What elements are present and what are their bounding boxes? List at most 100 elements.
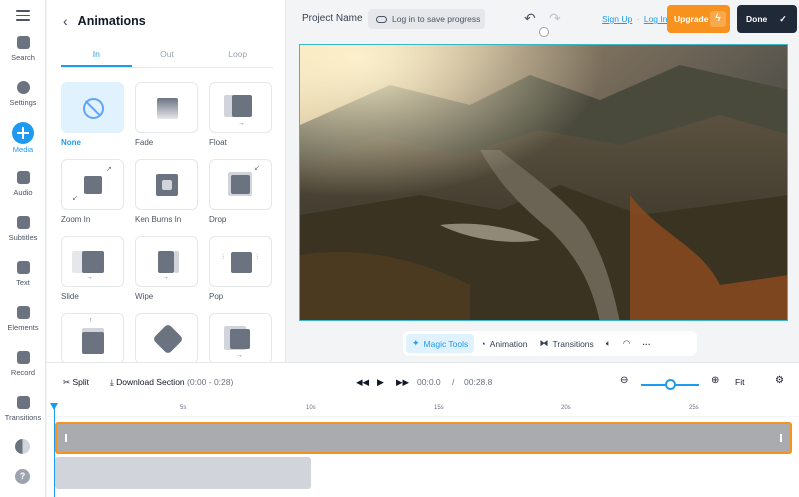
animation-card-drop[interactable]: ↙ Drop bbox=[209, 159, 272, 224]
rail-item-settings[interactable]: Settings bbox=[0, 81, 46, 121]
login-to-save-button[interactable]: Log in to save progress bbox=[368, 9, 485, 29]
animation-card-more-1[interactable]: ↑ bbox=[61, 313, 124, 362]
scissors-icon: ✂︎ bbox=[63, 377, 71, 387]
undo-icon[interactable]: ↶ bbox=[524, 10, 536, 27]
transitions-button[interactable]: ⧓ Transitions bbox=[534, 334, 600, 353]
link-separator: · bbox=[636, 14, 640, 24]
play-icon[interactable]: ▶ bbox=[377, 377, 384, 388]
split-label: Split bbox=[72, 377, 90, 387]
menu-icon[interactable] bbox=[16, 10, 30, 22]
playhead[interactable] bbox=[50, 403, 58, 497]
theme-toggle-icon[interactable] bbox=[15, 439, 30, 454]
tab-in[interactable]: In bbox=[61, 44, 132, 67]
sign-up-link[interactable]: Sign Up bbox=[602, 14, 632, 24]
zoom-slider-handle[interactable] bbox=[665, 379, 676, 390]
rail-item-record[interactable]: Record bbox=[0, 351, 46, 391]
none-icon bbox=[83, 98, 104, 119]
done-button[interactable]: Done ✓ bbox=[737, 5, 797, 33]
spin-icon bbox=[152, 323, 184, 355]
ruler-label: 10s bbox=[306, 405, 316, 411]
zoom-in-icon[interactable]: ⊕ bbox=[711, 375, 719, 386]
gear-icon[interactable]: ⚙︎ bbox=[775, 375, 784, 386]
animation-thumb: → bbox=[209, 82, 272, 133]
help-icon[interactable]: ? bbox=[15, 469, 30, 484]
music-icon bbox=[16, 171, 30, 184]
pop-icon bbox=[231, 252, 252, 273]
rail-item-media[interactable]: Media bbox=[0, 122, 46, 166]
animation-card-ken-burns-in[interactable]: Ken Burns In bbox=[135, 159, 198, 224]
zoom-in-icon bbox=[84, 176, 102, 194]
skip-back-icon[interactable]: ◀◀ bbox=[356, 377, 369, 388]
animation-card-fade[interactable]: Fade bbox=[135, 82, 198, 147]
time-ruler[interactable]: 5s 10s 15s 20s 25s bbox=[47, 399, 799, 417]
animation-card-float[interactable]: → Float bbox=[209, 82, 272, 147]
timeline-toolbar: ✂︎ Split ⤓ Download Section (0:00 - 0:28… bbox=[47, 362, 799, 399]
back-chevron-icon[interactable]: ‹ bbox=[63, 13, 68, 29]
rail-item-transitions[interactable]: Transitions bbox=[0, 396, 46, 436]
video-clip-track[interactable] bbox=[55, 422, 792, 454]
fit-button[interactable]: Fit bbox=[735, 377, 744, 387]
arrow-icon: → bbox=[162, 274, 169, 281]
rail-item-subtitles[interactable]: Subtitles bbox=[0, 216, 46, 256]
animation-thumb bbox=[135, 159, 198, 210]
tab-out[interactable]: Out bbox=[132, 44, 203, 67]
volume-button[interactable]: 🔈︎ bbox=[600, 334, 617, 353]
magic-wand-icon: ✦ bbox=[412, 338, 420, 348]
rail-item-elements[interactable]: Elements bbox=[0, 306, 46, 346]
rail-label: Audio bbox=[13, 188, 33, 197]
animation-label: None bbox=[61, 138, 81, 147]
blur-icon bbox=[230, 329, 250, 349]
download-range: (0:00 - 0:28) bbox=[187, 377, 234, 387]
animation-card-slide[interactable]: → Slide bbox=[61, 236, 124, 301]
search-icon bbox=[16, 36, 30, 49]
arrow-icon: ↙ bbox=[254, 165, 260, 172]
rail-item-text[interactable]: Text bbox=[0, 261, 46, 301]
secondary-track[interactable] bbox=[55, 457, 311, 489]
magic-tools-label: Magic Tools bbox=[423, 338, 469, 349]
animation-card-wipe[interactable]: → Wipe bbox=[135, 236, 198, 301]
animation-label: Animation bbox=[489, 338, 528, 349]
log-in-link[interactable]: Log In bbox=[644, 14, 668, 24]
redo-icon[interactable]: ↷ bbox=[549, 10, 561, 27]
animation-card-none[interactable]: None bbox=[61, 82, 124, 147]
speed-button[interactable]: ◠ bbox=[617, 334, 636, 353]
rail-item-audio[interactable]: Audio bbox=[0, 171, 46, 211]
upgrade-button[interactable]: Upgrade ϟ bbox=[667, 5, 730, 33]
subtitles-icon bbox=[16, 216, 30, 229]
rotate-handle[interactable] bbox=[539, 27, 549, 37]
ruler-label: 15s bbox=[434, 405, 444, 411]
timeline[interactable]: 5s 10s 15s 20s 25s bbox=[47, 399, 799, 497]
split-button[interactable]: ✂︎ Split bbox=[63, 377, 89, 388]
download-label: Download Section bbox=[116, 377, 185, 387]
ruler-label: 5s bbox=[180, 405, 187, 411]
rail-label: Text bbox=[16, 278, 30, 287]
total-time: 00:28.8 bbox=[464, 377, 493, 387]
zoom-out-icon[interactable]: ⊖ bbox=[620, 375, 628, 386]
clip-trim-handle-left[interactable] bbox=[65, 434, 67, 442]
animation-thumb: → bbox=[209, 313, 272, 362]
skip-forward-icon[interactable]: ▶▶ bbox=[396, 377, 409, 388]
transitions-icon bbox=[16, 396, 30, 409]
more-button[interactable]: ··· bbox=[636, 334, 657, 353]
download-icon: ⤓ bbox=[110, 377, 114, 387]
download-section-button[interactable]: ⤓ Download Section (0:00 - 0:28) bbox=[110, 377, 233, 388]
animation-card-more-2[interactable] bbox=[135, 313, 198, 362]
animation-thumb: ↙ ↗ bbox=[61, 159, 124, 210]
clip-trim-handle-right[interactable] bbox=[780, 434, 782, 442]
rail-label: Subtitles bbox=[8, 233, 38, 242]
project-name[interactable]: Project Name bbox=[302, 13, 363, 24]
video-preview[interactable] bbox=[299, 44, 788, 321]
rail-label: Transitions bbox=[4, 413, 42, 422]
rail-label: Media bbox=[12, 145, 34, 154]
rail-item-search[interactable]: Search bbox=[0, 36, 46, 76]
animation-card-zoom-in[interactable]: ↙ ↗ Zoom In bbox=[61, 159, 124, 224]
more-icon: ··· bbox=[642, 338, 651, 349]
auth-links: Sign Up · Log In bbox=[602, 14, 667, 24]
animation-card-more-3[interactable]: → bbox=[209, 313, 272, 362]
gear-icon bbox=[16, 81, 30, 94]
tab-loop[interactable]: Loop bbox=[202, 44, 273, 67]
magic-tools-button[interactable]: ✦ Magic Tools bbox=[406, 334, 475, 353]
animation-button[interactable]: ◔ Animation bbox=[474, 334, 533, 353]
animation-card-pop[interactable]: ⁝ ⁝ Pop bbox=[209, 236, 272, 301]
speedometer-icon: ◠ bbox=[622, 338, 631, 348]
